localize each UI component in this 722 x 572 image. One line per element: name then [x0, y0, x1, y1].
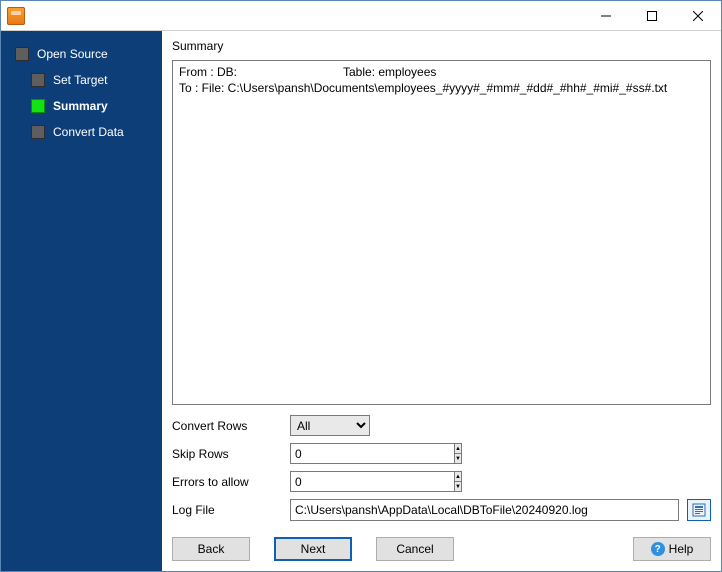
- help-button[interactable]: ? Help: [633, 537, 711, 561]
- errors-spinner: ▲ ▼: [290, 471, 370, 492]
- titlebar-left: [1, 7, 31, 25]
- chevron-up-icon: ▲: [455, 474, 461, 480]
- sidebar-item-label: Open Source: [37, 47, 108, 61]
- step-box-icon: [15, 47, 29, 61]
- help-icon: ?: [651, 542, 665, 556]
- titlebar-buttons: [583, 1, 721, 30]
- next-button[interactable]: Next: [274, 537, 352, 561]
- app-window: Open Source Set Target Summary Convert D…: [0, 0, 722, 572]
- minimize-button[interactable]: [583, 1, 629, 30]
- options-fields: Convert Rows All Skip Rows ▲ ▼: [172, 411, 711, 521]
- convert-rows-select[interactable]: All: [290, 415, 370, 436]
- body: Open Source Set Target Summary Convert D…: [1, 31, 721, 571]
- app-icon: [7, 7, 25, 25]
- skip-rows-up[interactable]: ▲: [454, 443, 462, 453]
- close-button[interactable]: [675, 1, 721, 30]
- step-box-icon: [31, 99, 45, 113]
- skip-rows-label: Skip Rows: [172, 447, 282, 461]
- log-file-input[interactable]: [290, 499, 679, 521]
- next-button-label: Next: [301, 542, 326, 556]
- convert-rows-label: Convert Rows: [172, 419, 282, 433]
- chevron-up-icon: ▲: [455, 446, 461, 452]
- wizard-sidebar: Open Source Set Target Summary Convert D…: [1, 31, 162, 571]
- sidebar-item-open-source[interactable]: Open Source: [1, 41, 162, 67]
- close-icon: [693, 11, 703, 21]
- minimize-icon: [601, 11, 611, 21]
- summary-from-table: Table: employees: [343, 65, 436, 81]
- skip-rows-row: Skip Rows ▲ ▼: [172, 443, 711, 464]
- errors-up[interactable]: ▲: [454, 471, 462, 481]
- wizard-footer: Back Next Cancel ? Help: [172, 527, 711, 561]
- errors-label: Errors to allow: [172, 475, 282, 489]
- sidebar-item-convert-data[interactable]: Convert Data: [1, 119, 162, 145]
- skip-rows-down[interactable]: ▼: [454, 453, 462, 464]
- skip-rows-spinner: ▲ ▼: [290, 443, 370, 464]
- chevron-down-icon: ▼: [455, 456, 461, 462]
- browse-icon: [692, 503, 706, 517]
- summary-from-db: From : DB:: [179, 65, 339, 81]
- log-file-browse-button[interactable]: [687, 499, 711, 521]
- sidebar-item-set-target[interactable]: Set Target: [1, 67, 162, 93]
- log-file-label: Log File: [172, 503, 282, 517]
- main-panel: Summary From : DB: Table: employees To :…: [162, 31, 721, 571]
- convert-rows-row: Convert Rows All: [172, 415, 711, 436]
- step-box-icon: [31, 73, 45, 87]
- skip-rows-input[interactable]: [290, 443, 454, 464]
- summary-group-label: Summary: [172, 39, 711, 54]
- help-button-label: Help: [669, 542, 694, 556]
- summary-to-file: To : File: C:\Users\pansh\Documents\empl…: [179, 81, 704, 97]
- cancel-button[interactable]: Cancel: [376, 537, 454, 561]
- back-button-label: Back: [198, 542, 225, 556]
- sidebar-item-label: Set Target: [53, 73, 107, 87]
- log-file-row: Log File: [172, 499, 711, 521]
- step-box-icon: [31, 125, 45, 139]
- sidebar-item-label: Convert Data: [53, 125, 124, 139]
- back-button[interactable]: Back: [172, 537, 250, 561]
- errors-input[interactable]: [290, 471, 454, 492]
- maximize-button[interactable]: [629, 1, 675, 30]
- summary-textarea[interactable]: From : DB: Table: employees To : File: C…: [172, 60, 711, 405]
- sidebar-item-label: Summary: [53, 99, 108, 113]
- cancel-button-label: Cancel: [396, 542, 433, 556]
- titlebar: [1, 1, 721, 31]
- maximize-icon: [647, 11, 657, 21]
- sidebar-item-summary[interactable]: Summary: [1, 93, 162, 119]
- chevron-down-icon: ▼: [455, 484, 461, 490]
- errors-down[interactable]: ▼: [454, 481, 462, 492]
- errors-row: Errors to allow ▲ ▼: [172, 471, 711, 492]
